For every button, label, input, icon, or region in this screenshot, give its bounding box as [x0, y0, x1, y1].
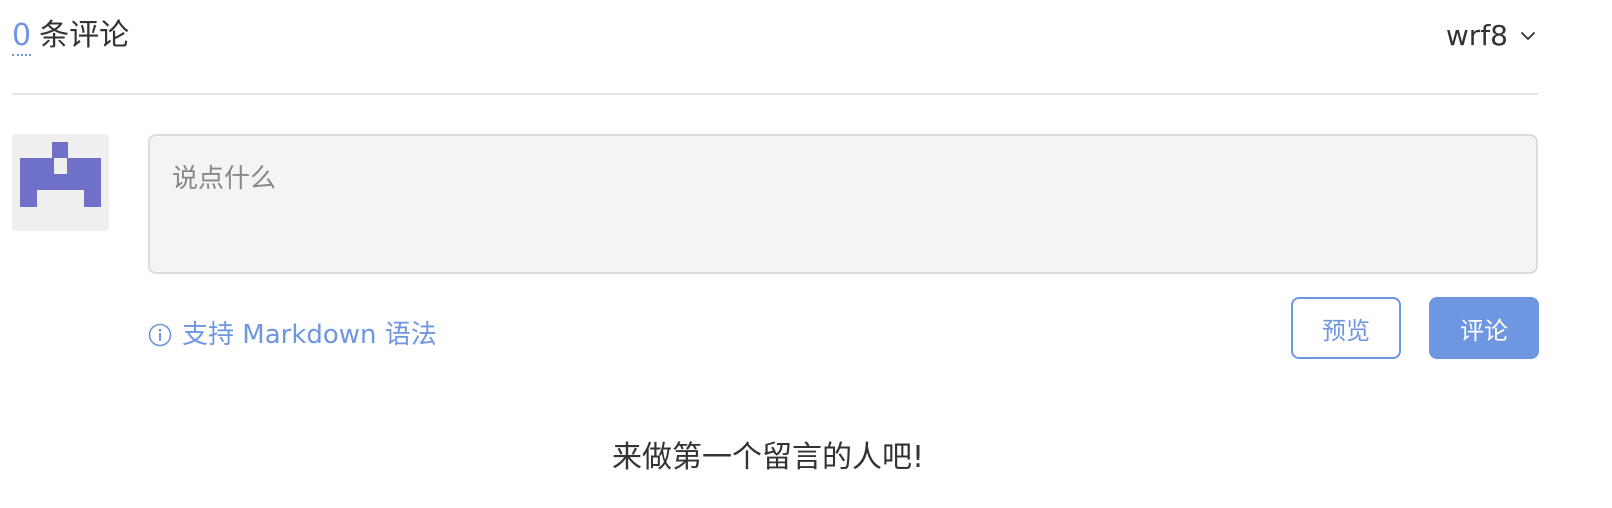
- markdown-help-link[interactable]: 支持 Markdown 语法: [148, 315, 437, 355]
- header-divider: [12, 93, 1538, 95]
- preview-button[interactable]: 预览: [1291, 297, 1401, 359]
- comments-header: 0 条评论 wrf8: [12, 10, 1538, 66]
- user-menu[interactable]: wrf8: [1446, 16, 1538, 56]
- submit-comment-button[interactable]: 评论: [1429, 297, 1539, 359]
- identicon-avatar: [12, 134, 109, 231]
- comment-count-number[interactable]: 0: [12, 18, 32, 56]
- markdown-help-label[interactable]: 支持 Markdown 语法: [182, 315, 437, 355]
- avatar: [12, 134, 109, 231]
- comment-count: 0 条评论: [12, 16, 129, 56]
- comment-textarea[interactable]: [150, 136, 1536, 272]
- username[interactable]: wrf8: [1446, 16, 1508, 56]
- comment-count-label: 条评论: [39, 18, 130, 53]
- chevron-down-icon[interactable]: [1518, 26, 1538, 46]
- empty-comments-message: 来做第一个留言的人吧!: [611, 440, 925, 475]
- info-circle-icon: [148, 323, 172, 347]
- comment-editor: [148, 134, 1538, 274]
